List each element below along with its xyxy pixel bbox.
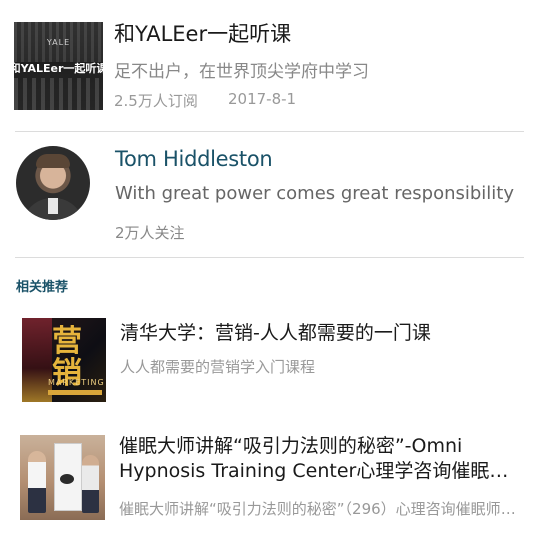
thumbnail-person-left — [28, 451, 46, 513]
recommendation-title[interactable]: 催眠大师讲解“吸引力法则的秘密”-Omni Hypnosis Training … — [119, 434, 527, 484]
person-name[interactable]: Tom Hiddleston — [115, 147, 273, 171]
divider — [15, 131, 524, 132]
thumbnail-person-right — [82, 455, 99, 513]
avatar-hair — [36, 154, 70, 168]
course-thumbnail[interactable]: YALE 和YALEer一起听课 — [14, 22, 103, 110]
person-bio: With great power comes great responsibil… — [115, 183, 515, 204]
recommendation-subtitle: 催眠大师讲解“吸引力法则的秘密”（296）心理咨询催眠师课程 — [119, 500, 521, 518]
section-title: 相关推荐 — [16, 280, 69, 295]
course-title[interactable]: 和YALEer一起听课 — [114, 18, 291, 48]
course-subtitle: 足不出户，在世界顶尖学府中学习 — [114, 62, 369, 82]
avatar-collar — [48, 198, 58, 214]
recommendation-title-line2: Hypnosis Training Center心理学咨询催眠师课程 — [119, 460, 527, 482]
divider — [15, 257, 524, 258]
course-subscribers: 2.5万人订阅 — [114, 92, 198, 110]
thumbnail-brand-text: YALE — [46, 38, 71, 47]
recommendation-subtitle: 人人都需要的营销学入门课程 — [120, 358, 316, 376]
recommendation-title[interactable]: 清华大学：营销-人人都需要的一门课 — [120, 318, 431, 345]
recommendation-title-line1: 催眠大师讲解“吸引力法则的秘密”-Omni — [119, 435, 463, 457]
person-followers: 2万人关注 — [115, 224, 185, 242]
recommendation-thumbnail[interactable]: 营销 MARKETING — [22, 318, 106, 402]
thumbnail-crowd-pattern — [14, 78, 103, 110]
thumbnail-caption-text: MARKETING — [48, 378, 105, 387]
recommendation-thumbnail[interactable] — [20, 435, 105, 520]
course-date: 2017-8-1 — [228, 90, 297, 108]
thumbnail-overlay-text: 和YALEer一起听课 — [14, 62, 103, 75]
thumbnail-bar — [48, 390, 102, 395]
thumbnail-banner — [54, 443, 82, 511]
avatar[interactable] — [16, 146, 90, 220]
